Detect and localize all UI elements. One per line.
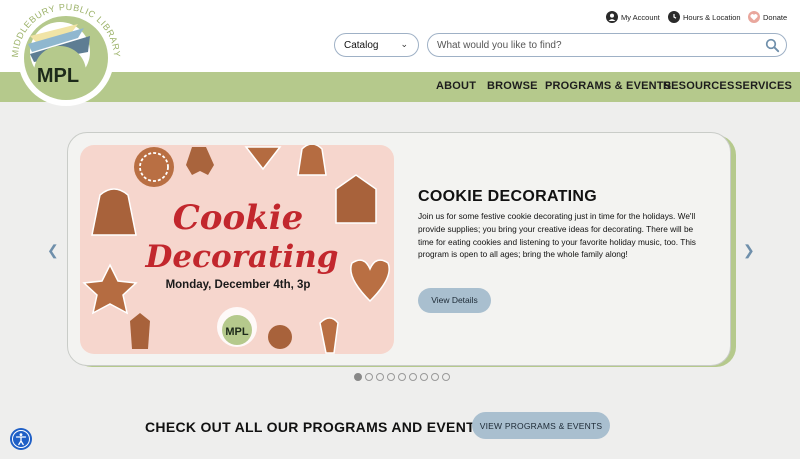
hours-location-label: Hours & Location <box>683 12 741 22</box>
my-account-link[interactable]: My Account <box>606 10 660 24</box>
nav-resources[interactable]: RESOURCES <box>663 80 734 92</box>
user-icon <box>606 11 618 23</box>
donate-label: Donate <box>763 12 788 22</box>
chevron-left-icon[interactable]: ❮ <box>47 242 59 259</box>
accessibility-icon[interactable] <box>10 428 32 450</box>
heart-icon <box>748 11 760 23</box>
image-headline-1: Cookie <box>173 198 304 238</box>
carousel-dot[interactable] <box>354 373 362 381</box>
carousel-dot[interactable] <box>442 373 450 381</box>
donate-link[interactable]: Donate <box>748 10 787 24</box>
event-title: COOKIE DECORATING <box>418 188 598 205</box>
library-logo[interactable]: MIDDLEBURY PUBLIC LIBRARY MPL <box>8 0 124 106</box>
nav-services[interactable]: SERVICES <box>735 80 792 92</box>
search-input[interactable] <box>437 38 757 53</box>
image-badge-initials: MPL <box>225 326 249 338</box>
carousel-dot[interactable] <box>409 373 417 381</box>
nav-about[interactable]: ABOUT <box>436 80 476 92</box>
chevron-right-icon[interactable]: ❯ <box>743 242 755 259</box>
carousel-dot[interactable] <box>420 373 428 381</box>
image-headline-2: Decorating <box>145 239 339 275</box>
view-programs-button[interactable]: VIEW PROGRAMS & EVENTS <box>472 412 610 439</box>
search-icon[interactable] <box>765 38 780 53</box>
cta-heading: CHECK OUT ALL OUR PROGRAMS AND EVENTS <box>145 419 485 435</box>
carousel-dots <box>354 373 450 381</box>
carousel-dot[interactable] <box>365 373 373 381</box>
event-image[interactable]: Cookie Decorating Monday, December 4th, … <box>80 145 394 354</box>
nav-programs-events[interactable]: PROGRAMS & EVENTS <box>545 80 671 92</box>
image-date: Monday, December 4th, 3p <box>166 279 311 291</box>
search-box <box>427 33 787 57</box>
carousel-dot[interactable] <box>387 373 395 381</box>
catalog-dropdown[interactable]: Catalog ⌄ <box>334 33 419 57</box>
event-description: Join us for some festive cookie decorati… <box>418 211 696 260</box>
catalog-dropdown-label: Catalog <box>344 40 379 51</box>
my-account-label: My Account <box>621 12 660 22</box>
carousel-dot[interactable] <box>398 373 406 381</box>
clock-icon <box>668 11 680 23</box>
carousel-dot[interactable] <box>376 373 384 381</box>
nav-browse[interactable]: BROWSE <box>487 80 538 92</box>
hours-location-link[interactable]: Hours & Location <box>668 10 741 24</box>
logo-initials: MPL <box>37 65 79 87</box>
view-details-button[interactable]: View Details <box>418 288 491 313</box>
carousel-dot[interactable] <box>431 373 439 381</box>
chevron-down-icon: ⌄ <box>400 39 408 49</box>
